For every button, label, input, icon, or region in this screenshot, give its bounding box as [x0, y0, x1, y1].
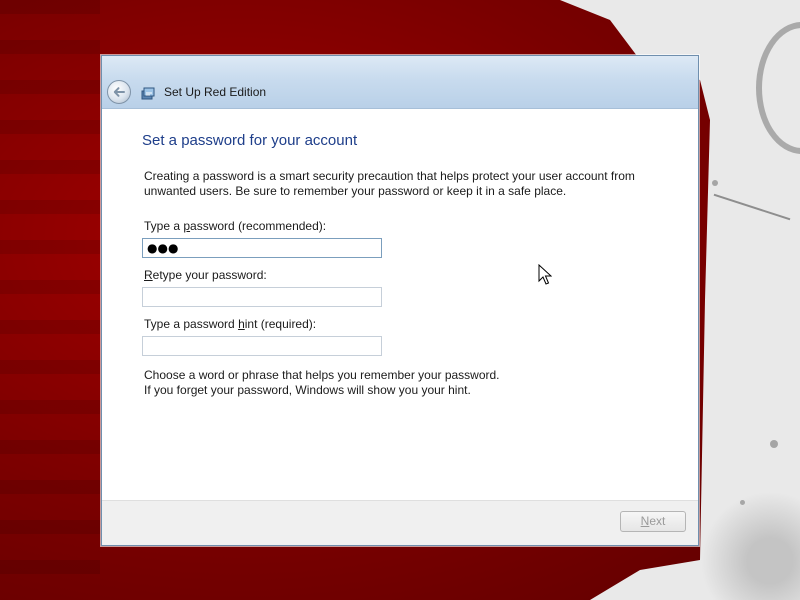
page-description: Creating a password is a smart security …	[144, 169, 635, 198]
retype-password-label: Retype your password:	[144, 268, 267, 282]
password-hint-label: Type a password hint (required):	[144, 317, 317, 331]
password-field[interactable]: ●●●	[142, 238, 382, 258]
password-hint-field[interactable]	[142, 336, 382, 356]
password-label: Type a password (recommended):	[144, 219, 327, 233]
mouse-pointer-icon	[538, 264, 552, 285]
retype-password-field[interactable]	[142, 287, 382, 307]
wallpaper-speck	[712, 180, 718, 186]
setup-dialog: Set Up Red Edition Set a password for yo…	[101, 55, 699, 546]
back-arrow-icon	[113, 87, 125, 97]
title-bar: Set Up Red Edition	[102, 56, 698, 109]
hint-explanation: Choose a word or phrase that helps you r…	[144, 368, 644, 398]
dialog-footer: Next	[102, 500, 698, 545]
back-button[interactable]	[107, 80, 131, 104]
wallpaper-ring	[756, 22, 800, 154]
hint-explanation-line1: Choose a word or phrase that helps you r…	[144, 368, 500, 382]
next-button[interactable]: Next	[620, 511, 686, 532]
password-field-value: ●●●	[147, 241, 179, 255]
wallpaper-speck	[770, 440, 778, 448]
wallpaper-texture	[0, 0, 100, 600]
wallpaper-stroke	[713, 193, 791, 221]
setup-icon	[141, 87, 155, 100]
window-title: Set Up Red Edition	[164, 85, 267, 99]
page-heading: Set a password for your account	[142, 132, 358, 149]
wallpaper-splash	[700, 470, 800, 600]
hint-explanation-line2: If you forget your password, Windows wil…	[144, 383, 471, 397]
